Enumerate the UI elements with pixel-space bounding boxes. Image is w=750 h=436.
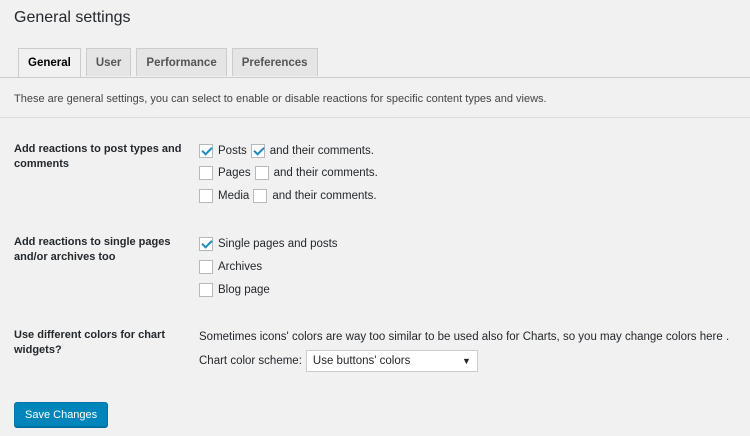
posts-comments-label: and their comments. [269, 145, 374, 157]
option-media: Media and their comments. [199, 188, 377, 204]
save-changes-button[interactable]: Save Changes [14, 402, 109, 427]
chart-scheme-value: Use buttons' colors [312, 355, 411, 367]
posts-comments-checkbox[interactable] [250, 144, 265, 158]
blog-page-option-label: Blog page [218, 284, 270, 296]
archives-option-label: Archives [218, 261, 263, 273]
settings-description: These are general settings, you can sele… [14, 93, 547, 105]
tab-bar: General User Performance Preferences [18, 48, 323, 78]
page-title: General settings [14, 9, 131, 26]
pages-comments-checkbox[interactable] [254, 166, 269, 180]
post-types-label: Add reactions to post types and comments [14, 143, 182, 170]
tab-user[interactable]: User [85, 48, 132, 76]
chart-scheme-label: Chart color scheme: [199, 355, 302, 367]
section-divider [0, 117, 750, 118]
blog-page-checkbox[interactable] [199, 283, 213, 297]
chart-scheme-select[interactable]: Use buttons' colors ▼ [305, 350, 478, 372]
pages-checkbox[interactable] [199, 166, 213, 180]
tabs-divider [0, 77, 750, 78]
option-blog-page: Blog page [199, 282, 270, 298]
chart-colors-note: Sometimes icons' colors are way too simi… [199, 331, 730, 343]
chart-scheme-row: Chart color scheme: Use buttons' colors … [199, 350, 478, 372]
pages-comments-label: and their comments. [273, 167, 378, 179]
posts-label: Posts [218, 145, 247, 157]
tab-general[interactable]: General [18, 48, 81, 78]
single-pages-option-label: Single pages and posts [218, 238, 338, 250]
archives-checkbox[interactable] [199, 260, 213, 274]
option-single-pages: Single pages and posts [199, 236, 338, 252]
single-pages-label: Add reactions to single pages and/or arc… [14, 236, 171, 263]
tab-preferences[interactable]: Preferences [231, 48, 318, 76]
media-comments-checkbox[interactable] [253, 189, 268, 203]
posts-checkbox[interactable] [199, 144, 213, 158]
option-posts: Posts and their comments. [199, 143, 374, 159]
tab-performance[interactable]: Performance [136, 48, 227, 76]
media-label: Media [218, 190, 250, 202]
single-pages-checkbox[interactable] [199, 237, 213, 251]
option-archives: Archives [199, 259, 262, 275]
pages-label: Pages [218, 167, 251, 179]
option-pages: Pages and their comments. [199, 165, 378, 181]
media-comments-label: and their comments. [272, 190, 377, 202]
media-checkbox[interactable] [199, 189, 213, 203]
chart-colors-label: Use different colors for chart widgets? [14, 329, 165, 356]
caret-down-icon: ▼ [461, 356, 471, 366]
